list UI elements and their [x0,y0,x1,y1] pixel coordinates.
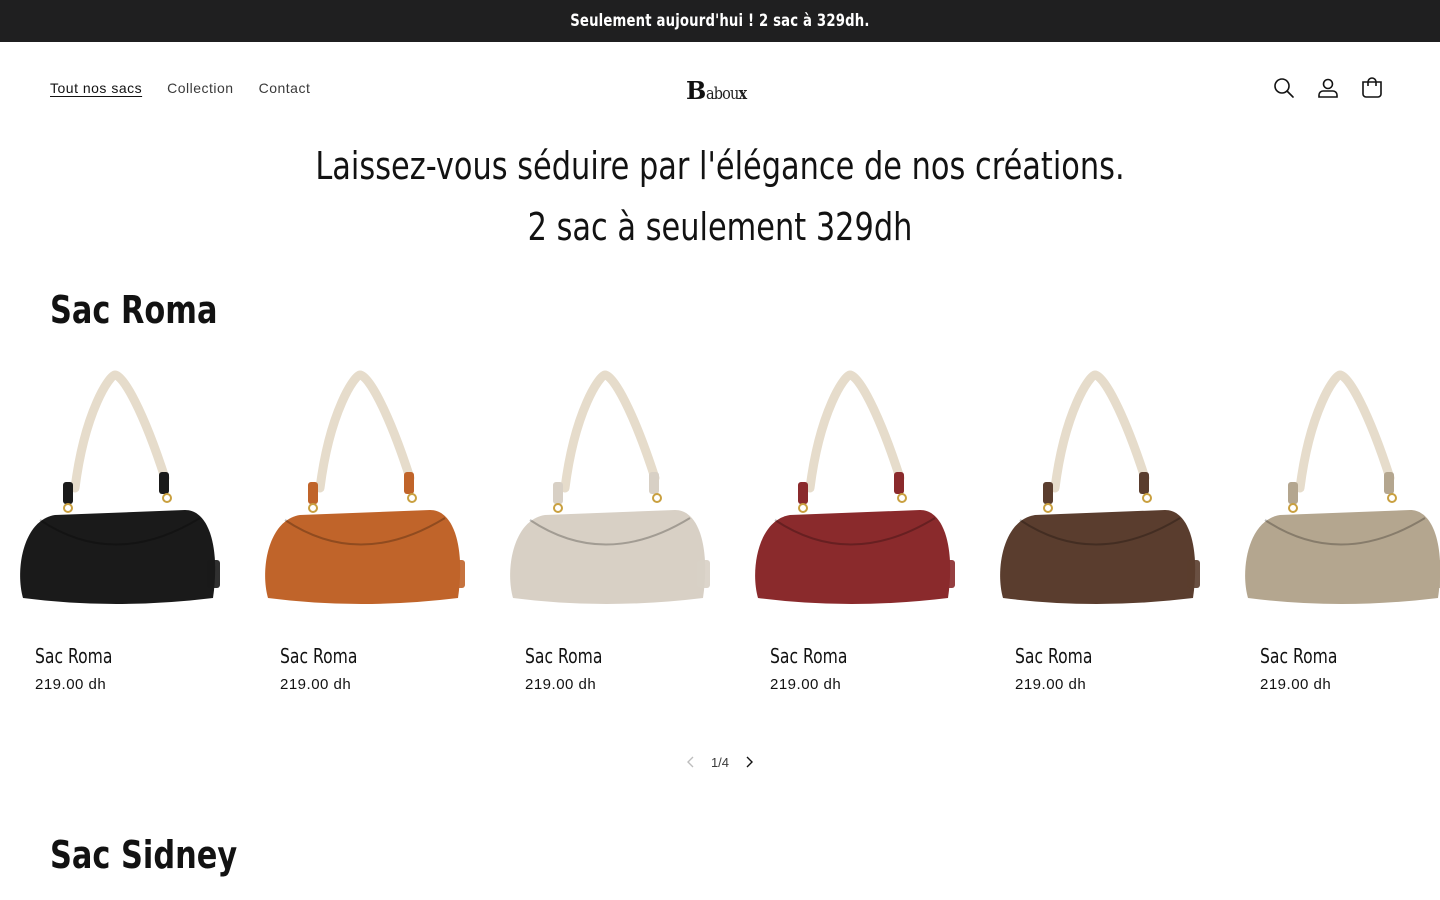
main-nav: Tout nos sacs Collection Contact [50,80,335,96]
chevron-left-icon [686,756,694,768]
search-icon[interactable] [1272,76,1296,100]
product-card[interactable]: Sac Roma 219.00 dh [0,360,220,700]
product-name[interactable]: Sac Roma [1015,644,1092,668]
product-name[interactable]: Sac Roma [770,644,847,668]
nav-link-contact[interactable]: Contact [259,80,311,96]
product-name[interactable]: Sac Roma [1260,644,1337,668]
carousel-pager: 1/4 [660,750,780,774]
nav-link-tout-nos-sacs[interactable]: Tout nos sacs [50,80,142,96]
next-slide-button[interactable] [737,750,761,774]
product-price: 219.00 dh [35,676,107,693]
cart-icon[interactable] [1360,76,1384,100]
product-card[interactable]: Sac Roma 219.00 dh [490,360,710,700]
chevron-right-icon [746,756,754,768]
section-title-sac-sidney: Sac Sidney [50,833,238,877]
hero-banner: Laissez-vous séduire par l'élégance de n… [0,136,1440,258]
hero-heading: Laissez-vous séduire par l'élégance de n… [315,144,1125,188]
product-card[interactable]: Sac Roma 219.00 dh [980,360,1200,700]
product-image[interactable] [1240,370,1440,610]
product-image[interactable] [15,370,220,610]
product-price: 219.00 dh [770,676,842,693]
nav-link-collection[interactable]: Collection [167,80,233,96]
hero-subheading: 2 sac à seulement 329dh [527,205,913,249]
announcement-text: Seulement aujourd'hui ! 2 sac à 329dh. [570,11,870,31]
site-header: Tout nos sacs Collection Contact B aboux [0,42,1440,138]
site-logo[interactable]: B aboux [686,76,760,106]
logo-letter-b: B [686,76,707,105]
product-card[interactable]: Sac Roma 219.00 dh [1225,360,1440,700]
account-icon[interactable] [1316,76,1340,100]
product-price: 219.00 dh [525,676,597,693]
product-image[interactable] [750,370,955,610]
product-card[interactable]: Sac Roma 219.00 dh [245,360,465,700]
product-price: 219.00 dh [1015,676,1087,693]
product-price: 219.00 dh [280,676,352,693]
logo-rest: aboux [706,84,747,104]
product-price: 219.00 dh [1260,676,1332,693]
product-card[interactable]: Sac Roma 219.00 dh [735,360,955,700]
product-image[interactable] [260,370,465,610]
pager-count: 1/4 [710,754,730,770]
product-name[interactable]: Sac Roma [35,644,112,668]
product-image[interactable] [505,370,710,610]
product-carousel-sac-roma: Sac Roma 219.00 dh Sac Roma 219.00 dh Sac Ro… [0,360,1440,710]
section-title-sac-roma: Sac Roma [50,288,218,332]
product-name[interactable]: Sac Roma [525,644,602,668]
previous-slide-button[interactable] [679,750,703,774]
announcement-bar: Seulement aujourd'hui ! 2 sac à 329dh. [0,0,1440,42]
product-name[interactable]: Sac Roma [280,644,357,668]
product-image[interactable] [995,370,1200,610]
